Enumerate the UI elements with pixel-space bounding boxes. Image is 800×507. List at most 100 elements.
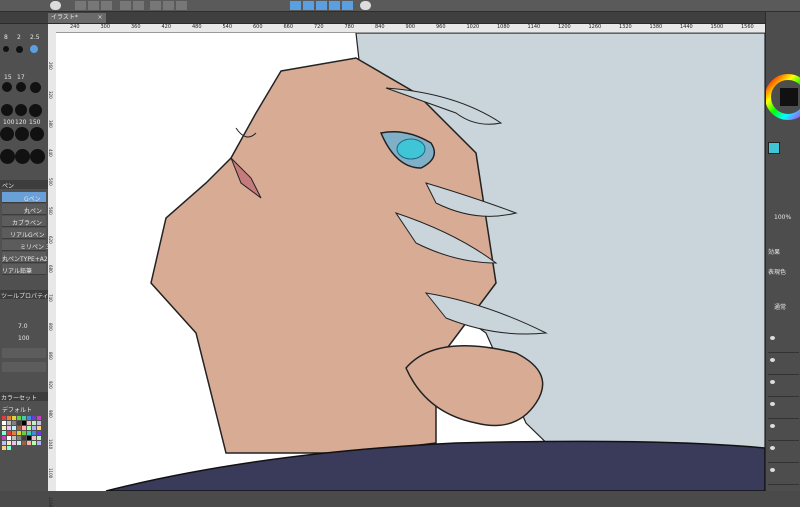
opacity-label[interactable]: 100% — [774, 214, 791, 221]
color-swatch[interactable] — [12, 436, 16, 440]
sub-tool-item[interactable]: ミリペン 3 — [2, 240, 50, 251]
snap-perspective-icon[interactable] — [342, 1, 353, 10]
snap-ruler-icon[interactable] — [290, 1, 301, 10]
color-swatch[interactable] — [2, 436, 6, 440]
color-swatch[interactable] — [37, 421, 41, 425]
color-swatch[interactable] — [32, 416, 36, 420]
layer-list[interactable] — [768, 332, 799, 487]
color-swatch[interactable] — [12, 431, 16, 435]
color-swatch[interactable] — [12, 426, 16, 430]
color-wheel[interactable] — [766, 52, 800, 152]
color-swatch[interactable] — [27, 416, 31, 420]
sub-tool-item[interactable]: リアル鉛筆 — [2, 264, 46, 275]
redo-icon[interactable] — [133, 1, 144, 10]
color-swatch[interactable] — [2, 441, 6, 445]
color-swatch[interactable] — [27, 436, 31, 440]
drawing-canvas[interactable] — [56, 33, 765, 491]
snap-guide-icon[interactable] — [329, 1, 340, 10]
undo-icon[interactable] — [120, 1, 131, 10]
color-swatch[interactable] — [32, 426, 36, 430]
tab-close-icon[interactable]: × — [96, 14, 104, 22]
brush-shape-selector[interactable] — [2, 348, 46, 358]
color-swatch[interactable] — [37, 431, 41, 435]
brush-dot[interactable] — [1, 104, 13, 116]
color-swatch[interactable] — [37, 436, 41, 440]
color-swatch[interactable] — [2, 426, 6, 430]
brush-tip-selector[interactable] — [2, 362, 46, 372]
eye-icon[interactable] — [770, 446, 775, 450]
transform-icon[interactable] — [150, 1, 161, 10]
color-swatch[interactable] — [27, 441, 31, 445]
color-swatch[interactable] — [12, 441, 16, 445]
color-swatch[interactable] — [27, 426, 31, 430]
color-swatch[interactable] — [17, 441, 21, 445]
color-swatch[interactable] — [7, 416, 11, 420]
brush-dot[interactable] — [15, 149, 30, 164]
color-swatch[interactable] — [27, 421, 31, 425]
eye-icon[interactable] — [770, 402, 775, 406]
brush-dot[interactable] — [15, 127, 29, 141]
layer-row[interactable] — [768, 332, 799, 353]
eye-icon[interactable] — [770, 336, 775, 340]
brush-dot[interactable] — [30, 127, 44, 141]
brush-dot[interactable] — [2, 82, 12, 92]
brush-dot[interactable] — [3, 46, 9, 52]
color-swatch[interactable] — [12, 416, 16, 420]
fill-icon[interactable] — [163, 1, 174, 10]
color-swatch[interactable] — [7, 436, 11, 440]
color-swatch[interactable] — [2, 446, 6, 450]
open-file-icon[interactable] — [88, 1, 99, 10]
brush-dot[interactable] — [29, 104, 42, 117]
snap-grid-icon[interactable] — [303, 1, 314, 10]
color-swatch[interactable] — [27, 431, 31, 435]
color-swatch[interactable] — [17, 431, 21, 435]
color-swatch[interactable] — [7, 431, 11, 435]
brush-dot[interactable] — [15, 104, 27, 116]
color-swatch[interactable] — [32, 431, 36, 435]
blend-mode-label[interactable]: 通常 — [774, 302, 786, 311]
color-swatch[interactable] — [12, 421, 16, 425]
color-swatch[interactable] — [17, 416, 21, 420]
layer-row[interactable] — [768, 442, 799, 463]
brush-dot[interactable] — [0, 127, 14, 141]
color-swatch[interactable] — [7, 446, 11, 450]
layer-row[interactable] — [768, 464, 799, 485]
color-swatch[interactable] — [17, 426, 21, 430]
color-swatch[interactable] — [2, 421, 6, 425]
brush-dot[interactable] — [16, 82, 26, 92]
brush-dot[interactable] — [30, 149, 45, 164]
eye-icon[interactable] — [770, 424, 775, 428]
color-swatch[interactable] — [2, 431, 6, 435]
color-swatch[interactable] — [32, 421, 36, 425]
color-swatch[interactable] — [37, 441, 41, 445]
opacity-value[interactable]: 100 — [18, 335, 29, 342]
color-swatch[interactable] — [22, 421, 26, 425]
sub-tool-item[interactable]: 丸ペンTYPE+A2 — [2, 252, 48, 263]
color-swatch[interactable] — [32, 436, 36, 440]
color-swatch[interactable] — [22, 431, 26, 435]
color-swatch[interactable] — [32, 441, 36, 445]
eye-icon[interactable] — [770, 380, 775, 384]
layer-row[interactable] — [768, 420, 799, 441]
sub-tool-item[interactable]: リアルGペン — [2, 228, 46, 239]
help-icon[interactable] — [360, 1, 371, 10]
color-swatch[interactable] — [37, 416, 41, 420]
layer-row[interactable] — [768, 376, 799, 397]
layer-row[interactable] — [768, 354, 799, 375]
color-swatch[interactable] — [22, 426, 26, 430]
color-swatch[interactable] — [7, 421, 11, 425]
color-swatch[interactable] — [22, 416, 26, 420]
color-swatch[interactable] — [22, 441, 26, 445]
eye-icon[interactable] — [770, 468, 775, 472]
brush-dot[interactable] — [30, 82, 41, 93]
sub-tool-item[interactable]: Gペン — [2, 192, 46, 203]
deselect-icon[interactable] — [176, 1, 187, 10]
brush-size-value[interactable]: 7.0 — [18, 323, 28, 330]
eye-icon[interactable] — [770, 358, 775, 362]
color-swatch-grid[interactable] — [2, 416, 46, 476]
snap-special-icon[interactable] — [316, 1, 327, 10]
color-swatch[interactable] — [2, 416, 6, 420]
save-icon[interactable] — [101, 1, 112, 10]
brush-dot[interactable] — [16, 46, 23, 53]
color-swatch[interactable] — [17, 436, 21, 440]
